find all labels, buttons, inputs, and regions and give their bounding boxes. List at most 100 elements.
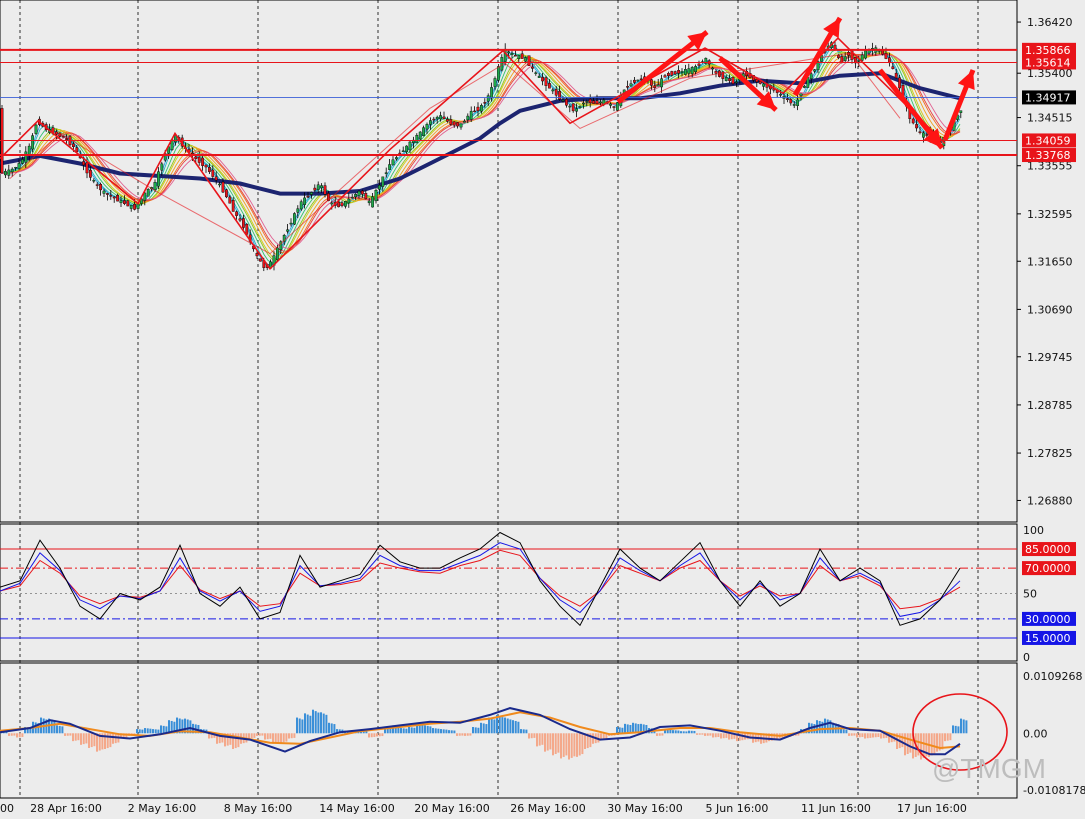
macd-histogram-bar [706,733,709,736]
candle-bear [88,169,92,178]
candle-bull [92,179,96,182]
macd-histogram-bar [309,715,312,734]
candle-bear [639,78,643,81]
macd-histogram-bar [256,733,258,736]
macd-histogram-bar [957,726,960,734]
candle-bull [10,168,14,173]
macd-histogram-bar [77,733,80,741]
macd-histogram-bar [480,722,482,734]
macd-histogram-bar [680,731,682,734]
candle-bull [286,229,289,232]
candle-bear [214,176,218,181]
candle-bear [925,134,929,136]
candle-bear [728,78,732,81]
candle-bear [259,258,262,262]
candle-bear [626,86,630,88]
candle-bear [364,193,368,200]
candle-bear [456,122,459,127]
candle-bear [476,106,480,112]
candle-bull [425,124,429,130]
candle-bear [95,184,99,186]
candle-bear [541,77,545,82]
macd-histogram-bar [461,733,464,736]
macd-histogram-bar [722,733,725,739]
stoch-tick-label: 100 [1023,524,1044,537]
candle-bear [194,156,198,159]
macd-histogram-bar [258,733,261,736]
candle-bull [922,132,925,138]
macd-histogram-bar [317,712,320,734]
macd-histogram-bar [528,733,530,739]
macd-histogram-bar [442,729,445,734]
candle-bear [840,56,844,63]
macd-histogram-bar [861,733,864,737]
price-tick-label: 1.36420 [1027,16,1073,29]
macd-histogram-bar [824,718,826,734]
macd-histogram-bar [333,724,336,734]
macd-histogram-bar [952,725,954,734]
price-tick-label: 1.30690 [1027,303,1073,316]
current-price-label: 1.34917 [1025,91,1071,104]
candle-bear [755,78,759,83]
macd-histogram-bar [264,733,266,740]
macd-histogram-bar [141,729,144,734]
candle-bull [486,95,490,102]
macd-histogram-bar [146,728,149,734]
macd-histogram-bar [269,733,272,739]
candle-bear [670,71,674,76]
candle-bear [667,73,670,76]
candle-bear [653,85,657,88]
candle-bull [408,141,412,151]
stochastic-pane[interactable] [0,523,1018,662]
macd-histogram-bar [848,733,850,736]
macd-histogram-bar [962,719,965,734]
macd-histogram-bar [842,729,845,734]
trading-chart[interactable]: 1.36420 1.35400 1.34515 1.33555 1.32595 1.316… [0,0,1085,815]
macd-histogram-bar [656,733,658,736]
macd-histogram-bar [472,726,474,734]
candle-bear [337,201,340,208]
macd-histogram-bar [85,733,88,744]
macd-histogram-bar [378,733,381,737]
candle-bull [735,81,738,84]
macd-histogram-bar [400,728,402,734]
candle-bull [561,100,565,102]
macd-histogram-bar [514,720,517,734]
candle-bull [384,172,388,174]
macd-histogram-bar [66,733,69,736]
candle-bull [656,84,660,87]
macd-histogram-bar [818,720,821,734]
candle-bear [442,116,446,119]
macd-histogram-bar [618,727,621,734]
candle-bull [687,68,691,74]
candle-bull [405,145,408,153]
candle-bull [3,171,7,176]
candle-bear [673,71,677,75]
main-pane[interactable] [0,0,1018,523]
candle-bear [197,156,201,163]
macd-histogram-bar [93,733,96,747]
macd-histogram-bar [69,733,72,736]
candle-bull [276,247,279,260]
macd-histogram-bar [312,709,314,734]
macd-histogram-bar [74,733,77,741]
candle-bull [299,201,303,210]
candle-bull [463,120,466,123]
level-price-box: 1.35614 [1022,55,1076,70]
macd-histogram-bar [840,729,842,734]
candle-bear [122,200,126,204]
macd-histogram-bar [501,717,504,734]
macd-histogram-bar [437,728,440,734]
candle-bull [459,123,463,128]
macd-histogram-bar [728,733,730,740]
macd-histogram-bar [61,726,64,734]
macd-histogram-bar [370,733,373,738]
macd-histogram-bar [250,733,253,739]
candle-bull [344,201,347,207]
stoch-level-box: 85.0000 [1022,542,1076,557]
time-tick-label: 2 May 16:00 [128,802,196,815]
macd-histogram-bar [866,733,869,739]
candle-bull [146,188,150,197]
time-tick-label: 30 May 16:00 [607,802,682,815]
macd-histogram-bar [280,733,282,743]
